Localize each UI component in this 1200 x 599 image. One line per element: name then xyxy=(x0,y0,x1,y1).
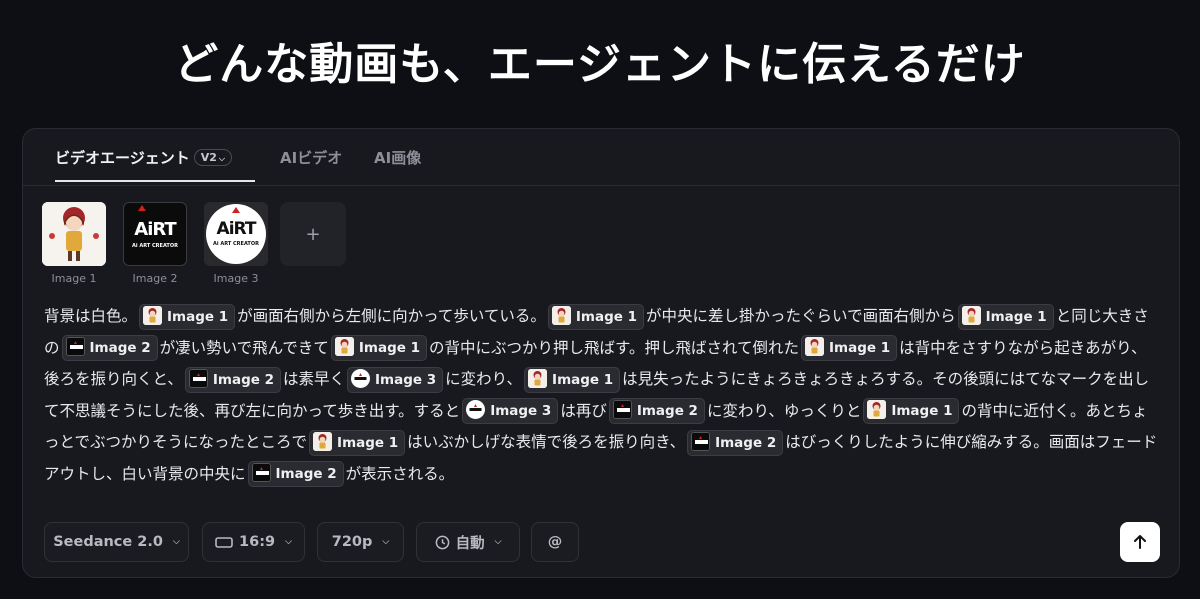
image-2-icon xyxy=(251,463,271,482)
image-1-preview xyxy=(42,202,106,266)
chevron-down-icon: ⌵ xyxy=(494,537,502,547)
image-reference-chip[interactable]: Image 2 xyxy=(608,398,705,424)
prompt-text: は素早く xyxy=(283,370,346,388)
image-thumb-1[interactable]: Image 1 xyxy=(42,202,106,285)
tab-bar: ビデオエージェント V2 ⌵ AIビデオ AI画像 xyxy=(23,129,1179,186)
image-reference-chip[interactable]: Image 2 xyxy=(184,366,282,393)
prompt-text: は再び xyxy=(560,401,607,420)
image-3-preview: AiRT Ai ART CREATOR xyxy=(204,202,268,266)
image-1-caption: Image 1 xyxy=(51,272,97,285)
model-select[interactable]: Seedance 2.0 ⌵ xyxy=(44,522,189,562)
image-1-icon xyxy=(961,305,981,325)
chevron-down-icon: ⌵ xyxy=(172,537,180,547)
clock-icon xyxy=(435,535,449,549)
arrow-up-icon xyxy=(1134,535,1146,549)
prompt-text: の背中にぶつかり押し飛ばす。押し飛ばされて倒れた xyxy=(429,338,800,357)
image-reference-chip[interactable]: Image 1 xyxy=(863,398,960,424)
image-1-icon xyxy=(867,400,887,419)
tab-ai-video[interactable]: AIビデオ xyxy=(280,147,342,180)
image-1-icon xyxy=(551,305,571,325)
prompt-textarea[interactable]: 背景は白色。 Image 1 が画面右側から左側に向かって歩いている。 Image 1… xyxy=(44,301,1162,490)
image-reference-chip[interactable]: Image 2 xyxy=(687,429,784,456)
image-2-icon xyxy=(65,337,85,356)
image-reference-chip[interactable]: Image 1 xyxy=(309,429,406,456)
tab-ai-image[interactable]: AI画像 xyxy=(374,147,421,180)
image-2-caption: Image 2 xyxy=(132,272,178,285)
tab-video-agent-label: ビデオエージェント xyxy=(55,149,190,167)
image-reference-chip[interactable]: Image 1 xyxy=(330,335,428,361)
image-reference-chip[interactable]: Image 1 xyxy=(801,335,898,361)
image-2-preview: AiRT Ai ART CREATOR xyxy=(123,202,187,266)
image-reference-chip[interactable]: Image 2 xyxy=(247,461,344,487)
image-3-icon xyxy=(466,400,486,419)
image-reference-chip[interactable]: Image 3 xyxy=(462,398,559,424)
prompt-text: が凄い勢いで飛んできて xyxy=(159,338,329,357)
prompt-text: が中央に差し掛かったぐらいで画面右側から xyxy=(646,307,956,325)
prompt-text: に変わり、ゆっくりと xyxy=(706,401,862,420)
prompt-text: に変わり、 xyxy=(445,370,523,388)
image-2-icon xyxy=(691,431,711,451)
image-reference-chip[interactable]: Image 1 xyxy=(139,303,236,330)
prompt-text: が画面右側から左側に向かって歩いている。 xyxy=(237,307,546,325)
image-3-icon xyxy=(351,368,371,388)
image-reference-chip[interactable]: Image 1 xyxy=(957,303,1054,330)
tab-video-agent[interactable]: ビデオエージェント V2 ⌵ xyxy=(55,147,255,182)
image-reference-chip[interactable]: Image 2 xyxy=(61,335,158,361)
chevron-down-icon: ⌵ xyxy=(382,537,390,547)
duration-select[interactable]: 自動 ⌵ xyxy=(416,522,520,562)
image-1-icon xyxy=(528,368,548,388)
prompt-text: はいぶかしげな表情で後ろを振り向き、 xyxy=(407,433,686,451)
aspect-ratio-icon xyxy=(215,536,233,548)
add-image-button[interactable]: + xyxy=(280,202,346,266)
mention-button[interactable]: @ xyxy=(531,522,579,562)
send-button[interactable] xyxy=(1120,522,1160,562)
page-headline: どんな動画も、エージェントに伝えるだけ xyxy=(174,39,1026,90)
image-1-icon xyxy=(313,431,333,451)
chevron-down-icon: ⌵ xyxy=(285,537,292,547)
version-badge[interactable]: V2 ⌵ xyxy=(193,149,232,166)
image-3-caption: Image 3 xyxy=(213,272,259,285)
image-reference-chip[interactable]: Image 1 xyxy=(547,303,645,330)
image-2-icon xyxy=(188,368,208,388)
image-1-icon xyxy=(334,337,354,356)
image-reference-chip[interactable]: Image 3 xyxy=(347,366,444,393)
resolution-select[interactable]: 720p ⌵ xyxy=(317,522,404,562)
aspect-ratio-select[interactable]: 16:9 ⌵ xyxy=(202,522,305,562)
image-2-icon xyxy=(612,400,632,419)
agent-panel: ビデオエージェント V2 ⌵ AIビデオ AI画像 Image 1 AiRT A… xyxy=(22,128,1180,578)
image-thumb-2[interactable]: AiRT Ai ART CREATOR Image 2 xyxy=(123,202,187,285)
image-reference-chip[interactable]: Image 1 xyxy=(524,366,621,393)
image-1-icon xyxy=(143,305,163,325)
prompt-text: が表示される。 xyxy=(345,464,455,483)
image-1-icon xyxy=(805,337,825,356)
image-thumb-3[interactable]: AiRT Ai ART CREATOR Image 3 xyxy=(204,202,268,285)
chevron-down-icon: ⌵ xyxy=(218,154,225,163)
prompt-text: 背景は白色。 xyxy=(44,307,138,325)
